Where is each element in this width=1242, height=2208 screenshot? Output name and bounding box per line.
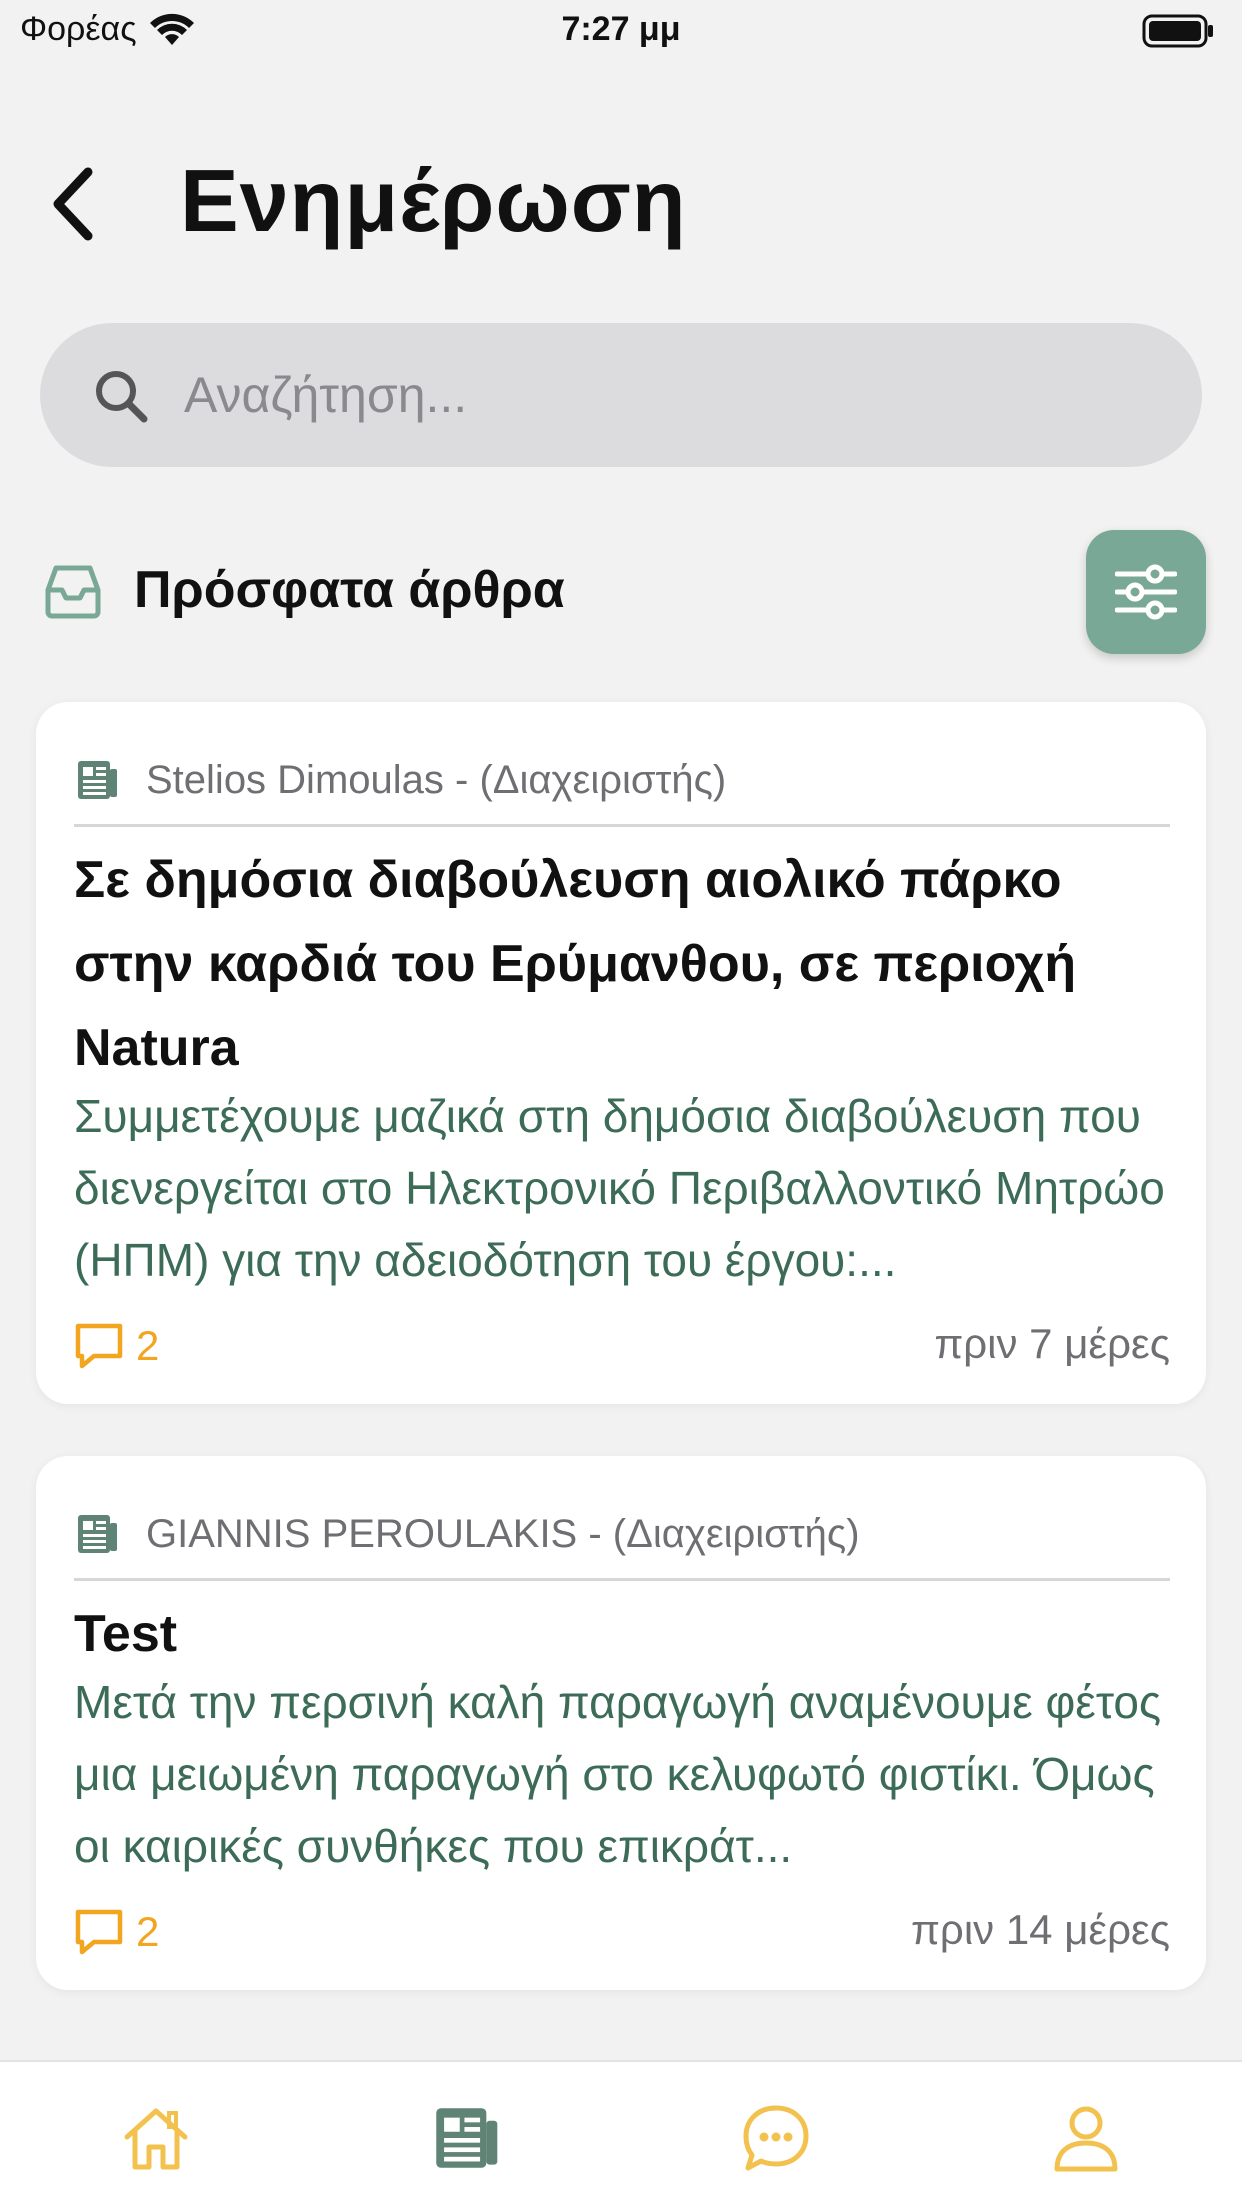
article-footer: 2 πριν 7 μέρες [74,1314,1170,1378]
chat-icon [743,2105,809,2171]
comment-icon [75,1909,123,1955]
comment-icon [75,1323,123,1369]
search-icon [96,371,148,423]
article-footer: 2 πριν 14 μέρες [74,1900,1170,1964]
status-time: 7:27 μμ [561,10,681,48]
article-author: GIANNIS PEROULAKIS - (Διαχειριστής) [146,1511,860,1556]
back-button[interactable] [48,164,108,244]
tab-news[interactable] [426,2098,506,2178]
newspaper-icon [436,2108,498,2168]
tab-home[interactable] [116,2098,196,2178]
divider [74,824,1170,827]
sliders-icon [1115,564,1177,620]
user-icon [1054,2106,1118,2172]
tab-chat[interactable] [736,2098,816,2178]
filter-button[interactable] [1086,530,1206,654]
tab-bar [0,2060,1242,2208]
article-time: πριν 14 μέρες [910,1906,1170,1953]
status-bar: Φορέας 7:27 μμ [0,0,1242,62]
chevron-left-icon [53,167,93,241]
inbox-icon [45,565,101,619]
page-title: Ενημέρωση [180,151,687,250]
article-card[interactable]: GIANNIS PEROULAKIS - (Διαχειριστής) Test… [36,1456,1206,1990]
article-card[interactable]: Stelios Dimoulas - (Διαχειριστής) Σε δημ… [36,702,1206,1404]
comment-count: 2 [136,1908,160,1955]
article-author-row: GIANNIS PEROULAKIS - (Διαχειριστής) [74,1504,1170,1564]
section-title: Πρόσφατα άρθρα [134,561,565,619]
article-author-row: Stelios Dimoulas - (Διαχειριστής) [74,750,1170,810]
article-title: Test [74,1605,178,1663]
divider [74,1578,1170,1581]
header: Ενημέρωση [0,140,1242,270]
home-icon [124,2108,188,2170]
tab-profile[interactable] [1046,2098,1126,2178]
section-header: Πρόσφατα άρθρα [0,530,1242,656]
battery-icon [1142,14,1214,53]
article-time: πριν 7 μέρες [934,1320,1170,1367]
article-excerpt: Μετά την περσινή καλή παραγωγή αναμένουμ… [74,1676,1162,1872]
article-excerpt: Συμμετέχουμε μαζικά στη δημόσια διαβούλε… [74,1090,1165,1286]
article-title: Σε δημόσια διαβούλευση αιολικό πάρκο στη… [74,851,1077,1077]
search-input[interactable] [184,351,1164,439]
search-bar[interactable] [40,323,1202,467]
newspaper-icon [78,761,117,799]
newspaper-icon [78,1515,117,1553]
article-author: Stelios Dimoulas - (Διαχειριστής) [146,757,727,802]
comment-count: 2 [136,1322,160,1369]
